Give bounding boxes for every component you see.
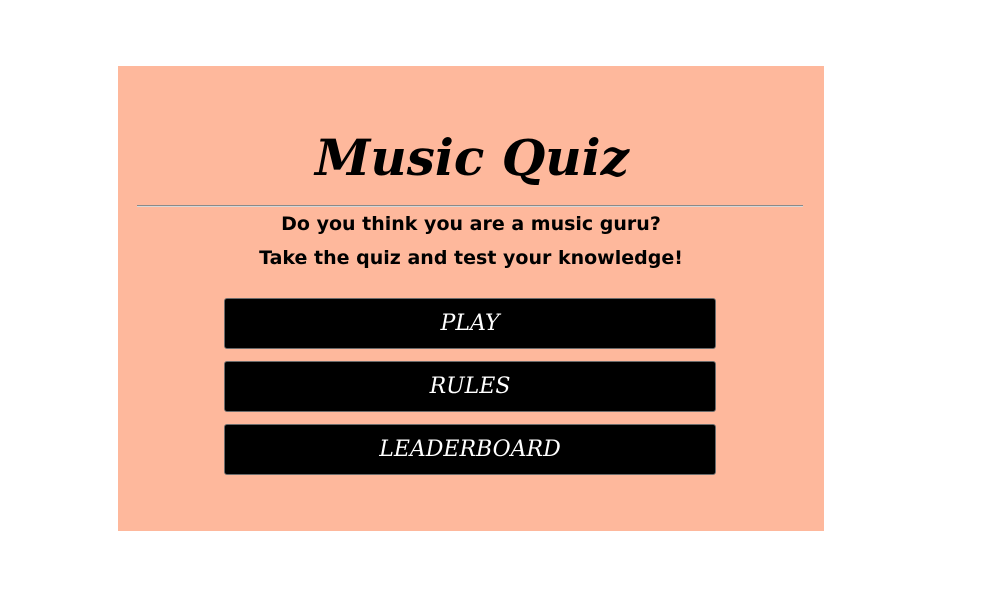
play-button[interactable]: PLAY bbox=[224, 298, 716, 349]
subtitle-question: Do you think you are a music guru? bbox=[281, 213, 661, 235]
subtitle-invite: Take the quiz and test your knowledge! bbox=[259, 247, 683, 269]
leaderboard-button[interactable]: LEADERBOARD bbox=[224, 424, 716, 475]
rules-button[interactable]: RULES bbox=[224, 361, 716, 412]
page-title: Music Quiz bbox=[315, 128, 629, 187]
title-divider bbox=[137, 205, 803, 207]
